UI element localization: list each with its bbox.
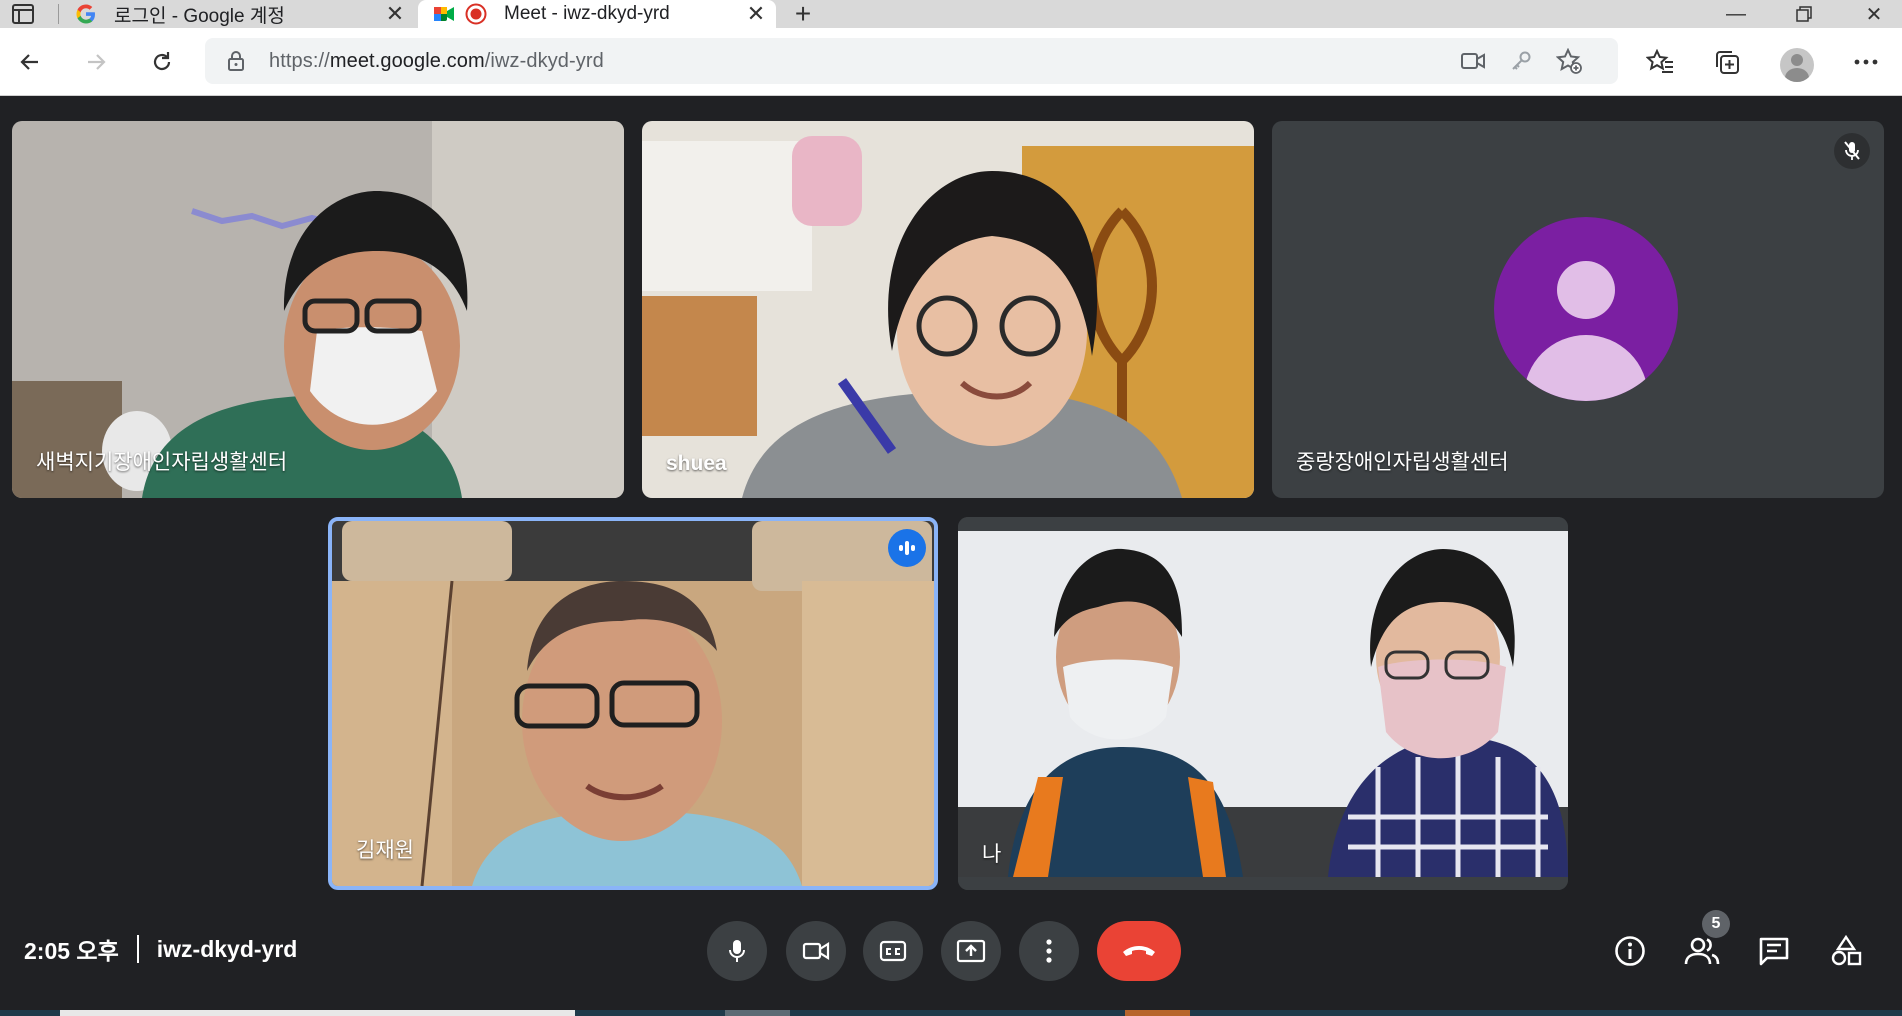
chat-button[interactable] (1752, 929, 1796, 973)
camera-button[interactable] (786, 921, 846, 981)
lock-icon[interactable] (225, 50, 247, 72)
participant-video (642, 121, 1254, 498)
google-icon (74, 2, 98, 26)
microphone-button[interactable] (707, 921, 767, 981)
participant-tile-1[interactable]: 새벽지기장애인자립생활센터 (12, 121, 624, 498)
info-icon (1615, 936, 1645, 966)
key-icon[interactable] (1505, 46, 1537, 76)
meeting-time: 2:05 오후 (24, 938, 119, 964)
participant-tile-2[interactable]: shuea (642, 121, 1254, 498)
more-options-icon[interactable] (1846, 42, 1886, 82)
speaking-indicator-icon (888, 529, 926, 567)
collections-icon[interactable] (1708, 42, 1748, 82)
microphone-icon (729, 940, 745, 962)
tab-bar: 로그인 - Google 계정 ✕ Meet - iwz-dkyd-yrd ✕ … (0, 0, 1902, 29)
recording-icon (464, 2, 488, 26)
participant-video (12, 121, 624, 498)
camera-icon (802, 942, 830, 960)
captions-icon (879, 940, 907, 962)
taskbar-strip (0, 1010, 1902, 1016)
divider (136, 935, 139, 963)
meet-icon (432, 2, 456, 26)
taskbar-segment (60, 1010, 575, 1016)
tab-title: Meet - iwz-dkyd-yrd (504, 3, 670, 24)
taskbar-segment (1125, 1010, 1190, 1016)
people-icon (1684, 937, 1720, 965)
participant-avatar (1494, 217, 1678, 401)
tab-separator (58, 4, 59, 24)
close-tab-icon[interactable]: ✕ (742, 0, 770, 28)
back-icon[interactable] (10, 42, 50, 82)
participant-tile-5[interactable]: 나 (958, 517, 1568, 890)
participant-video (958, 517, 1568, 890)
activities-button[interactable] (1824, 929, 1868, 973)
address-bar[interactable]: https://meet.google.com/iwz-dkyd-yrd (205, 38, 1618, 84)
participant-name: 나 (982, 843, 1002, 866)
new-tab-icon[interactable]: + (785, 0, 821, 29)
close-tab-icon[interactable]: ✕ (381, 0, 409, 28)
participant-name: 중랑장애인자립생활센터 (1296, 451, 1509, 474)
participant-name: 새벽지기장애인자립생활센터 (36, 451, 288, 474)
captions-button[interactable] (863, 921, 923, 981)
meeting-details-button[interactable] (1608, 929, 1652, 973)
avatar-body (1524, 335, 1648, 401)
participant-tile-3[interactable]: 중랑장애인자립생활센터 (1272, 121, 1884, 498)
url-prefix: https:// (269, 50, 330, 72)
tab-title: 로그인 - Google 계정 (114, 5, 285, 27)
hang-up-icon (1123, 946, 1155, 956)
present-button[interactable] (941, 921, 1001, 981)
browser-toolbar: https://meet.google.com/iwz-dkyd-yrd (0, 28, 1902, 96)
taskbar-segment (725, 1010, 790, 1016)
camera-in-use-icon[interactable] (1457, 46, 1489, 76)
present-screen-icon (956, 939, 986, 963)
participant-name: shuea (666, 452, 727, 475)
url-path: /iwz-dkyd-yrd (484, 50, 604, 72)
participant-tile-4[interactable]: 김재원 (328, 517, 938, 890)
tab-google-login[interactable]: 로그인 - Google 계정 ✕ (60, 0, 415, 28)
restore-icon[interactable] (1776, 0, 1832, 28)
url-text: https://meet.google.com/iwz-dkyd-yrd (269, 50, 604, 73)
avatar-head (1557, 261, 1615, 319)
participant-name: 김재원 (356, 839, 414, 862)
meeting-info: 2:05 오후 iwz-dkyd-yrd (24, 932, 297, 966)
muted-mic-icon (1834, 133, 1870, 169)
chat-icon (1759, 937, 1789, 966)
more-vert-icon (1046, 939, 1052, 963)
activities-icon (1831, 935, 1862, 966)
participant-count-badge: 5 (1702, 910, 1730, 938)
close-window-icon[interactable]: ✕ (1846, 0, 1902, 28)
add-favorite-icon[interactable] (1553, 46, 1585, 76)
url-host: meet.google.com (329, 50, 485, 72)
minimize-icon[interactable]: — (1708, 0, 1764, 28)
favorites-icon[interactable] (1640, 42, 1680, 82)
more-options-button[interactable] (1019, 921, 1079, 981)
meeting-code: iwz-dkyd-yrd (156, 935, 298, 962)
refresh-icon[interactable] (142, 42, 182, 82)
tab-actions-icon[interactable] (8, 3, 38, 25)
profile-avatar[interactable] (1780, 48, 1814, 82)
tab-meet[interactable]: Meet - iwz-dkyd-yrd ✕ (418, 0, 776, 28)
forward-icon[interactable] (76, 42, 116, 82)
participant-video (332, 521, 934, 886)
leave-call-button[interactable] (1097, 921, 1181, 981)
